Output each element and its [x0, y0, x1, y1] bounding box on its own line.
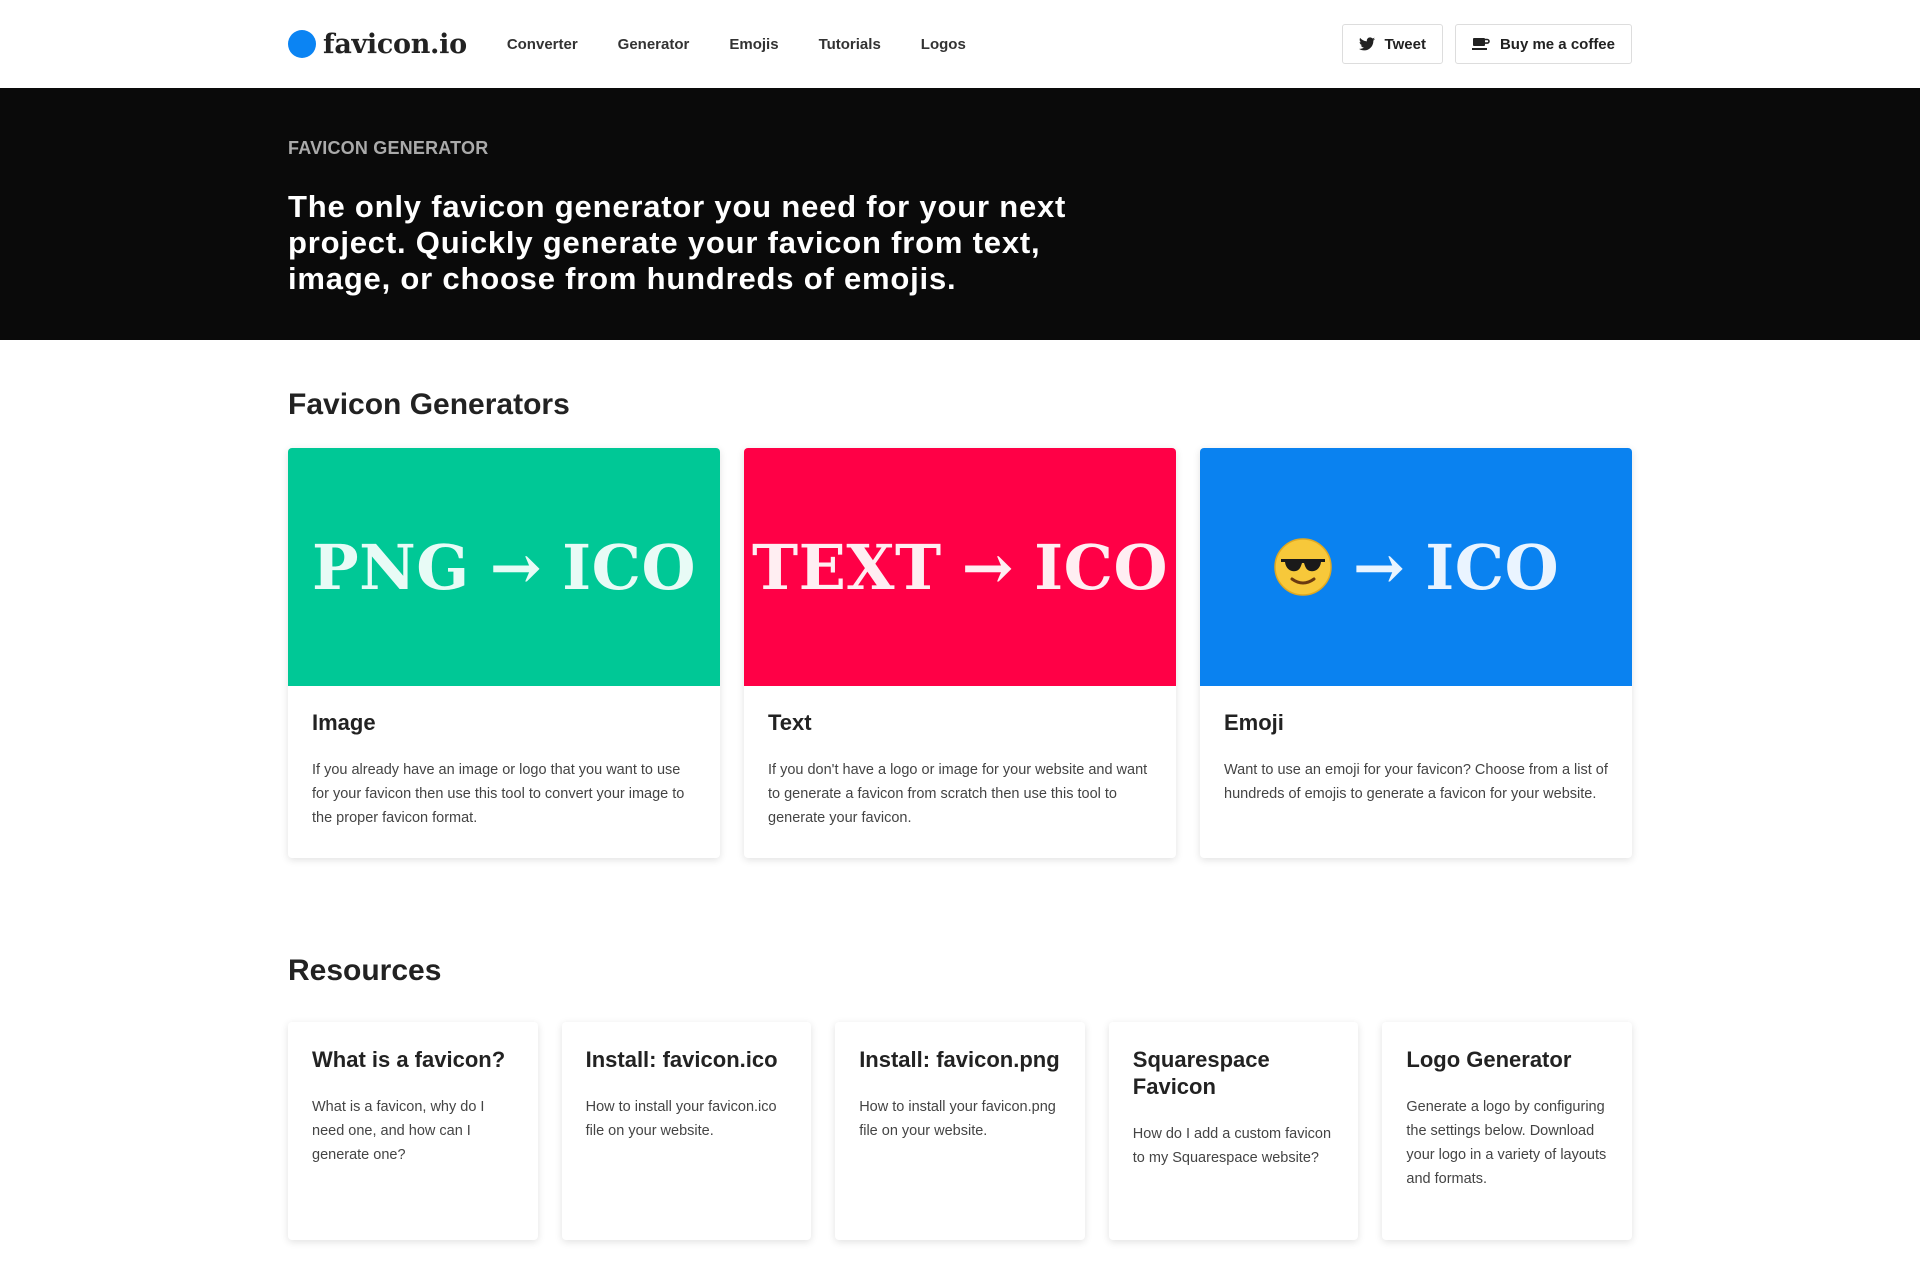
banner-right: ICO: [562, 530, 697, 604]
generators-title: Favicon Generators: [288, 388, 570, 421]
banner-left: TEXT: [752, 530, 942, 604]
tweet-button[interactable]: Tweet: [1341, 24, 1443, 64]
generator-banner-text: TEXT → ICO: [744, 448, 1176, 686]
logo-text: favicon.io: [323, 28, 467, 60]
generator-name: Image: [312, 710, 376, 735]
resource-name: Squarespace Favicon: [1132, 1047, 1270, 1099]
resource-cards: What is a favicon? What is a favicon, wh…: [288, 1022, 1632, 1240]
generator-desc: If you already have an image or logo tha…: [312, 762, 685, 826]
hero-kicker: FAVICON GENERATOR: [288, 138, 489, 158]
nav-links: Converter Generator Emojis Tutorials Log…: [481, 36, 980, 53]
resource-card-install-ico[interactable]: Install: favicon.ico How to install your…: [561, 1022, 812, 1240]
generator-desc: Want to use an emoji for your favicon? C…: [1224, 762, 1608, 802]
resource-desc: How do I add a custom favicon to my Squa…: [1132, 1126, 1332, 1166]
resource-card-install-png[interactable]: Install: favicon.png How to install your…: [835, 1022, 1085, 1240]
coffee-cup-icon: [1471, 38, 1490, 50]
generator-card-text[interactable]: TEXT → ICO Text If you don't have a logo…: [744, 448, 1176, 858]
generator-cards: PNG → ICO Image If you already have an i…: [288, 448, 1632, 858]
twitter-bird-icon: [1358, 37, 1375, 51]
nav-link-tutorials[interactable]: Tutorials: [819, 36, 881, 53]
resource-card-squarespace[interactable]: Squarespace Favicon How do I add a custo…: [1108, 1022, 1359, 1240]
hero-banner: FAVICON GENERATOR The only favicon gener…: [0, 88, 1920, 340]
banner-right: ICO: [1034, 530, 1168, 604]
nav-link-emojis[interactable]: Emojis: [729, 36, 778, 53]
resource-desc: How to install your favicon.png file on …: [859, 1099, 1056, 1139]
banner-right: ICO: [1425, 530, 1560, 604]
resource-desc: How to install your favicon.ico file on …: [585, 1099, 777, 1139]
banner-left: PNG: [311, 530, 470, 604]
resource-desc: Generate a logo by configuring the setti…: [1406, 1099, 1607, 1187]
resource-name: Logo Generator: [1406, 1047, 1572, 1072]
nav-link-converter[interactable]: Converter: [507, 36, 578, 53]
nav-link-logos[interactable]: Logos: [921, 36, 966, 53]
hero-title: The only favicon generator you need for …: [288, 189, 1067, 296]
generator-banner-emoji: → ICO: [1200, 448, 1632, 686]
resources-title: Resources: [288, 954, 442, 987]
top-nav: favicon.io Converter Generator Emojis Tu…: [0, 0, 1920, 88]
logo-dot-icon: [288, 30, 316, 58]
main-content: Favicon Generators PNG → ICO Image If yo…: [288, 388, 1632, 1240]
generator-desc: If you don't have a logo or image for yo…: [768, 762, 1148, 826]
buy-coffee-button[interactable]: Buy me a coffee: [1454, 24, 1632, 64]
tweet-label: Tweet: [1384, 35, 1426, 53]
generator-name: Text: [768, 710, 812, 735]
resource-card-what-is-favicon[interactable]: What is a favicon? What is a favicon, wh…: [288, 1022, 538, 1240]
site-logo[interactable]: favicon.io: [288, 29, 467, 60]
nav-link-generator[interactable]: Generator: [618, 36, 690, 53]
resource-card-logo-generator[interactable]: Logo Generator Generate a logo by config…: [1382, 1022, 1632, 1240]
generator-banner-image: PNG → ICO: [288, 448, 720, 686]
resource-name: Install: favicon.ico: [585, 1047, 778, 1072]
resource-name: What is a favicon?: [312, 1047, 506, 1072]
generator-card-image[interactable]: PNG → ICO Image If you already have an i…: [288, 448, 720, 858]
resource-name: Install: favicon.png: [859, 1047, 1060, 1072]
arrow-right-icon: →: [961, 530, 1015, 604]
resource-desc: What is a favicon, why do I need one, an…: [312, 1099, 485, 1163]
coffee-label: Buy me a coffee: [1499, 35, 1615, 53]
arrow-right-icon: →: [1352, 530, 1406, 604]
arrow-right-icon: →: [489, 530, 543, 604]
sunglasses-emoji-icon: [1274, 538, 1332, 596]
generator-name: Emoji: [1224, 710, 1284, 735]
generator-card-emoji[interactable]: → ICO Emoji Want to use an emoji for you…: [1200, 448, 1632, 858]
